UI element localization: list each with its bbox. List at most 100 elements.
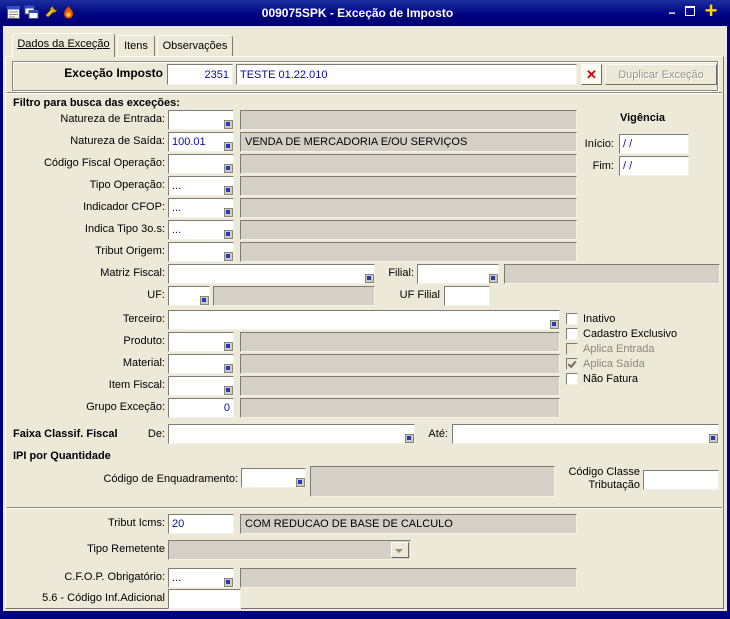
checkbox-cadastro-exclusivo[interactable]: Cadastro Exclusivo	[566, 327, 677, 340]
lookup-icon[interactable]	[709, 434, 718, 443]
checkbox-aplica-saida: Aplica Saída	[566, 357, 645, 370]
windows-icon[interactable]	[24, 5, 39, 20]
uf-filial-wrap	[444, 286, 490, 306]
cfop-obrigatorio-detail	[240, 568, 577, 588]
tab-itens[interactable]: Itens	[117, 35, 155, 56]
delete-icon: ✕	[586, 67, 597, 82]
titlebar: 009075SPK - Exceção de Imposto − +	[0, 0, 730, 26]
faixa-de-label: De:	[147, 428, 165, 440]
filter-title: Filtro para busca das exceções:	[13, 97, 180, 109]
codigo-fiscal-operacao-wrap	[168, 154, 234, 174]
wrench-icon[interactable]	[43, 5, 58, 20]
maximize-button[interactable]	[682, 4, 698, 19]
uf-filial-input[interactable]	[444, 286, 490, 306]
checkbox-icon[interactable]	[566, 312, 578, 325]
checkbox-aplica-saida-label: Aplica Saída	[583, 357, 645, 370]
faixa-de-wrap	[168, 424, 415, 444]
tab-itens-label: Itens	[124, 40, 148, 52]
indicador-cfop-label: Indicador CFOP:	[83, 201, 165, 213]
filial-detail	[504, 264, 720, 284]
indica-tipo-3os-detail	[240, 220, 577, 240]
vigencia-fim-wrap	[619, 156, 689, 176]
lookup-icon[interactable]	[224, 164, 233, 173]
terceiro-input[interactable]	[168, 310, 560, 330]
lookup-icon[interactable]	[224, 386, 233, 395]
faixa-ate-input[interactable]	[452, 424, 719, 444]
tribut-origem-label: Tribut Origem:	[95, 245, 165, 257]
lookup-icon[interactable]	[224, 120, 233, 129]
checkbox-nao-fatura[interactable]: Não Fatura	[566, 372, 638, 385]
tribut-icms-input[interactable]	[168, 514, 234, 534]
vigencia-fim-input[interactable]	[619, 156, 689, 176]
lookup-icon[interactable]	[365, 274, 374, 283]
checkbox-icon	[566, 342, 578, 355]
tab-observacoes[interactable]: Observações	[157, 35, 233, 56]
faixa-de-input[interactable]	[168, 424, 415, 444]
grupo-excecao-input[interactable]	[168, 398, 234, 418]
tipo-operacao-detail	[240, 176, 577, 196]
cod-inf-adicional-input[interactable]	[168, 589, 241, 609]
cfop-obrigatorio-label: C.F.O.P. Obrigatório:	[64, 571, 165, 583]
produto-wrap	[168, 332, 234, 352]
form-icon[interactable]	[6, 5, 21, 20]
duplicar-excecao-button: Duplicar Exceção	[605, 64, 717, 85]
app-window: 009075SPK - Exceção de Imposto − + Dados…	[0, 0, 730, 619]
classe-tributacao-label-2: Tributação	[588, 479, 640, 491]
classe-tributacao-input[interactable]	[643, 470, 719, 490]
tribut-icms-detail: COM REDUCAO DE BASE DE CALCULO	[240, 514, 577, 534]
grupo-excecao-wrap	[168, 398, 234, 418]
classe-tributacao-label-1: Código Classe	[568, 466, 640, 478]
excecao-descricao-input[interactable]	[236, 64, 577, 85]
checkbox-inativo[interactable]: Inativo	[566, 312, 615, 325]
natureza-entrada-detail	[240, 110, 577, 130]
excecao-codigo-input[interactable]	[167, 64, 233, 85]
classe-tributacao-wrap	[643, 470, 719, 490]
filial-input[interactable]	[417, 264, 499, 284]
tribut-origem-detail	[240, 242, 577, 262]
lookup-icon[interactable]	[224, 142, 233, 151]
natureza-saida-wrap	[168, 132, 234, 152]
enquadramento-label: Código de Enquadramento:	[103, 473, 238, 485]
natureza-saida-label: Natureza de Saída:	[70, 135, 165, 147]
tipo-remetente-label: Tipo Remetente	[87, 543, 165, 555]
terceiro-label: Terceiro:	[122, 313, 165, 325]
lookup-icon[interactable]	[224, 364, 233, 373]
checkbox-nao-fatura-label: Não Fatura	[583, 372, 639, 385]
matriz-fiscal-input[interactable]	[168, 264, 375, 284]
vigencia-inicio-input[interactable]	[619, 134, 689, 154]
item-fiscal-wrap	[168, 376, 234, 396]
grupo-excecao-label: Grupo Exceção:	[86, 401, 165, 413]
lookup-icon[interactable]	[224, 342, 233, 351]
vigencia-inicio-wrap	[619, 134, 689, 154]
delete-button[interactable]: ✕	[581, 64, 602, 85]
cfop-obrigatorio-wrap	[168, 568, 234, 588]
lookup-icon[interactable]	[200, 296, 209, 305]
minimize-button[interactable]: −	[664, 6, 680, 20]
lookup-icon[interactable]	[224, 578, 233, 587]
lookup-icon[interactable]	[296, 478, 305, 487]
indicador-cfop-wrap	[168, 198, 234, 218]
natureza-saida-detail: VENDA DE MERCADORIA E/OU SERVIÇOS	[240, 132, 577, 152]
lookup-icon[interactable]	[405, 434, 414, 443]
lookup-icon[interactable]	[224, 252, 233, 261]
tribut-origem-wrap	[168, 242, 234, 262]
filial-label: Filial:	[388, 267, 414, 279]
lookup-icon[interactable]	[224, 208, 233, 217]
indica-tipo-3os-wrap	[168, 220, 234, 240]
flame-icon[interactable]	[61, 5, 76, 20]
codigo-fiscal-operacao-detail	[240, 154, 577, 174]
checkbox-icon[interactable]	[566, 372, 578, 385]
lookup-icon[interactable]	[550, 320, 559, 329]
enquadramento-detail	[310, 466, 555, 497]
lookup-icon[interactable]	[489, 274, 498, 283]
tab-dados-da-excecao[interactable]: Dados da Exceção	[12, 33, 115, 57]
grupo-excecao-detail	[240, 398, 560, 418]
close-button[interactable]: +	[698, 0, 724, 23]
cod-inf-adicional-label: 5.6 - Código Inf.Adicional	[42, 592, 165, 604]
uf-filial-label: UF Filial	[399, 289, 440, 301]
chevron-down-icon	[391, 542, 409, 558]
tribut-icms-wrap	[168, 514, 234, 534]
lookup-icon[interactable]	[224, 186, 233, 195]
checkbox-icon[interactable]	[566, 327, 578, 340]
lookup-icon[interactable]	[224, 230, 233, 239]
